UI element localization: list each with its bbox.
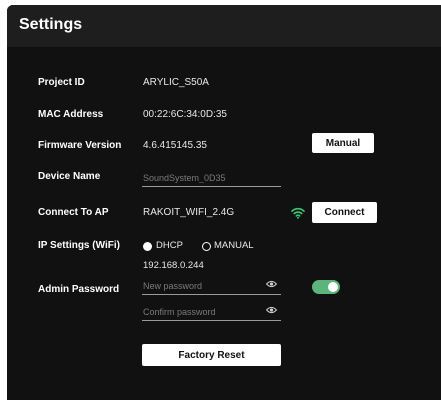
mac-address-value: 00:22:6C:34:0D:35 [143,109,227,120]
factory-reset-button[interactable]: Factory Reset [142,344,281,366]
dhcp-radio-label: DHCP [156,240,183,251]
device-name-label: Device Name [38,171,101,182]
settings-panel: Settings Project ID ARYLIC_S50A MAC Addr… [7,5,441,400]
ip-address-value: 192.168.0.244 [143,260,204,271]
manual-button[interactable]: Manual [312,133,374,153]
settings-header: Settings [7,5,441,47]
confirm-password-input[interactable] [142,303,281,321]
project-id-value: ARYLIC_S50A [143,77,209,88]
connected-ap-value: RAKOIT_WIFI_2.4G [143,207,235,218]
wifi-icon [291,207,305,219]
manual-radio-label: MANUAL [214,240,254,251]
new-password-input[interactable] [142,277,281,295]
firmware-version-value: 4.6.415145.35 [143,140,207,151]
admin-password-label: Admin Password [38,284,120,295]
toggle-knob [328,282,338,292]
admin-password-toggle[interactable] [312,280,340,294]
eye-icon[interactable] [266,306,277,314]
project-id-label: Project ID [38,77,85,88]
eye-icon[interactable] [266,280,277,288]
connect-button[interactable]: Connect [312,202,377,223]
firmware-version-label: Firmware Version [38,140,122,151]
ip-settings-label: IP Settings (WiFi) [38,240,120,251]
connect-to-ap-label: Connect To AP [38,207,109,218]
device-name-input[interactable] [142,169,281,187]
manual-radio[interactable] [202,242,211,251]
page-title: Settings [19,16,83,33]
dhcp-radio[interactable] [143,242,152,251]
mac-address-label: MAC Address [38,109,104,120]
